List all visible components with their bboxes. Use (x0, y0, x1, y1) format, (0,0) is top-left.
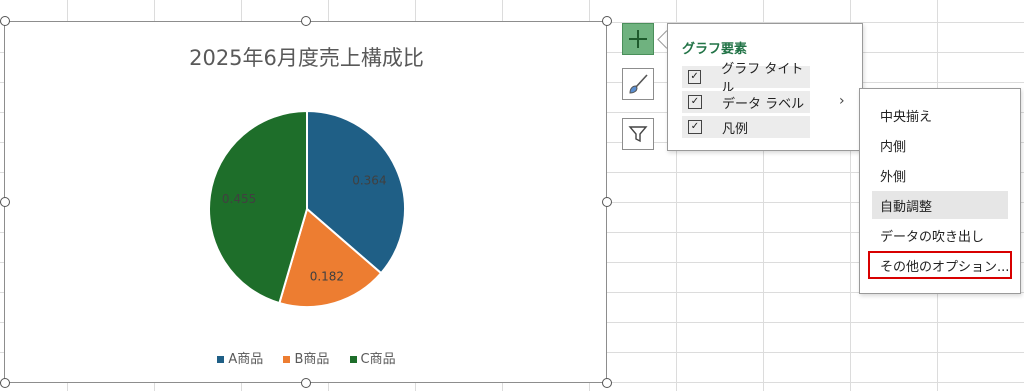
chart-elements-panel: グラフ要素 ✓ グラフ タイトル ✓ データ ラベル ✓ 凡例 › (667, 23, 863, 151)
legend-item-c: C商品 (349, 348, 396, 367)
resize-handle-middle-right[interactable] (602, 197, 612, 207)
data-labels-checkbox[interactable]: ✓ (688, 95, 702, 109)
panel-item-data-labels[interactable]: ✓ データ ラベル (682, 91, 810, 113)
submenu-item-outside[interactable]: 外側 (872, 161, 1008, 189)
chart-filters-button[interactable] (622, 118, 654, 150)
pie-chart[interactable]: 0.364 0.182 0.455 (5, 22, 608, 384)
resize-handle-top-left[interactable] (0, 16, 10, 26)
resize-handle-middle-left[interactable] (0, 197, 10, 207)
data-label-2[interactable]: 0.455 (222, 192, 256, 206)
legend-item-a: A商品 (217, 348, 263, 367)
resize-handle-top-center[interactable] (301, 16, 311, 26)
legend-swatch-a (217, 356, 225, 363)
brush-icon (629, 74, 648, 94)
panel-item-legend[interactable]: ✓ 凡例 (682, 116, 810, 138)
panel-item-chart-title[interactable]: ✓ グラフ タイトル (682, 62, 810, 96)
panel-item-label: 凡例 (722, 121, 749, 137)
legend-checkbox[interactable]: ✓ (688, 120, 702, 134)
data-label-1[interactable]: 0.182 (310, 270, 344, 284)
chart-area[interactable]: 2025年6月度売上構成比 0.364 0.182 0.455 A商品 B商品 C商… (4, 21, 607, 383)
resize-handle-bottom-right[interactable] (602, 378, 612, 388)
legend-swatch-b (283, 356, 291, 363)
chart-title-checkbox[interactable]: ✓ (688, 70, 702, 84)
resize-handle-bottom-center[interactable] (301, 378, 311, 388)
submenu-item-callout[interactable]: データの吹き出し (872, 221, 1008, 249)
chart-styles-button[interactable] (622, 68, 654, 100)
panel-item-label: データ ラベル (722, 96, 805, 112)
resize-handle-bottom-left[interactable] (0, 378, 10, 388)
submenu-item-inside[interactable]: 内側 (872, 131, 1008, 159)
chart-elements-button[interactable] (622, 23, 654, 55)
chart-legend[interactable]: A商品 B商品 C商品 (5, 348, 608, 367)
legend-item-b: B商品 (283, 348, 329, 367)
data-labels-submenu: 中央揃え 内側 外側 自動調整 データの吹き出し その他のオプション... (859, 88, 1021, 294)
plus-icon (629, 30, 647, 48)
legend-label-a: A商品 (228, 352, 264, 367)
filter-icon (628, 126, 648, 143)
legend-label-c: C商品 (360, 352, 396, 367)
panel-title: グラフ要素 (682, 42, 748, 57)
submenu-item-best-fit[interactable]: 自動調整 (872, 191, 1008, 219)
legend-swatch-c (349, 356, 357, 363)
legend-label-b: B商品 (294, 352, 330, 367)
resize-handle-top-right[interactable] (602, 16, 612, 26)
chevron-right-icon[interactable]: › (839, 93, 845, 109)
data-label-0[interactable]: 0.364 (352, 174, 386, 188)
submenu-item-center[interactable]: 中央揃え (872, 101, 1008, 129)
submenu-item-more-options[interactable]: その他のオプション... (868, 251, 1012, 279)
